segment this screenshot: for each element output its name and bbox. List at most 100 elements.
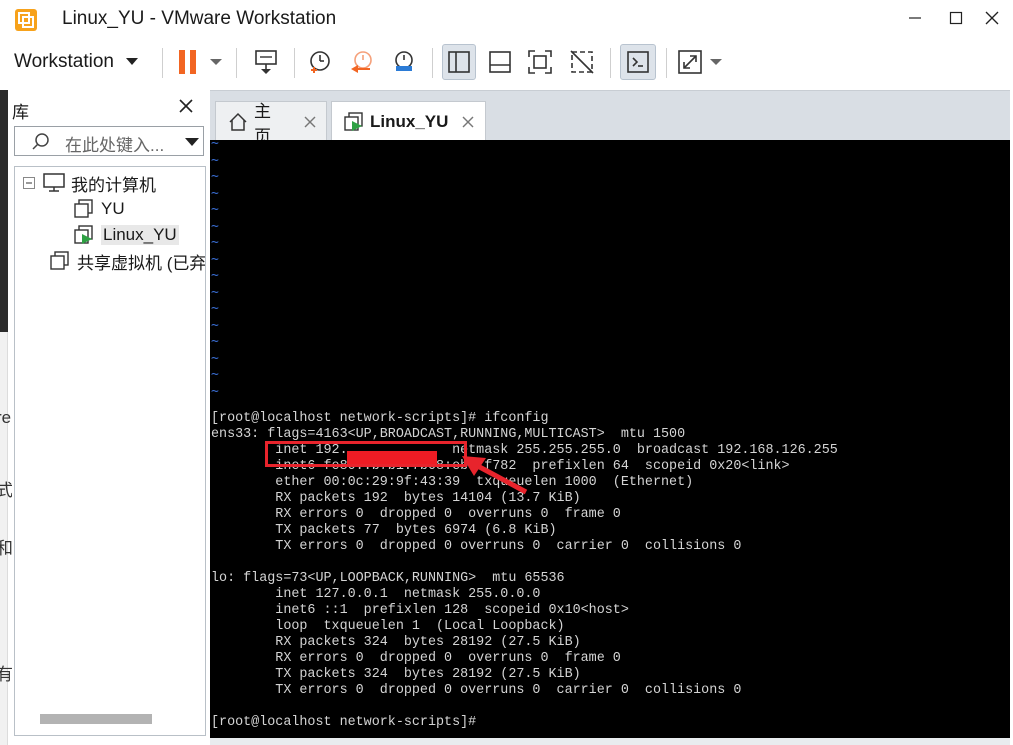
vim-tilde: ~ — [211, 185, 219, 201]
close-button[interactable] — [977, 4, 1007, 32]
vim-tilde: ~ — [211, 383, 219, 399]
thumbnail-bar-icon — [489, 51, 511, 73]
vm-icon — [73, 198, 95, 220]
tree-item-label: 我的计算机 — [71, 175, 156, 195]
tree-item-label: YU — [101, 199, 125, 218]
vim-tilde: ~ — [211, 334, 219, 349]
vim-tilde: ~ — [211, 350, 219, 366]
workstation-menu[interactable]: Workstation — [14, 46, 138, 78]
chevron-down-icon — [125, 58, 138, 65]
library-tree: 我的计算机 YU Linux_YU 共享虚拟机 (已弃 — [14, 166, 206, 736]
tab-label: 主页 — [254, 101, 271, 146]
terminal-line: RX errors 0 dropped 0 overruns 0 frame 0 — [211, 651, 621, 666]
maximize-button[interactable] — [941, 4, 971, 32]
chevron-down-icon[interactable] — [185, 138, 199, 146]
terminal-line: RX errors 0 dropped 0 overruns 0 frame 0 — [211, 507, 621, 522]
tab-home[interactable]: 主页 — [215, 101, 327, 146]
take-snapshot-button[interactable] — [304, 44, 336, 80]
terminal-line: [root@localhost network-scripts]# — [211, 715, 477, 730]
pause-button[interactable] — [176, 44, 228, 80]
window-title: Linux_YU - VMware Workstation — [62, 8, 337, 29]
highlight-box — [265, 441, 467, 467]
thumbnail-bar-button[interactable] — [484, 44, 516, 80]
terminal-line: TX errors 0 dropped 0 overruns 0 carrier… — [211, 539, 742, 554]
vm-running-icon — [73, 224, 95, 246]
library-close-button[interactable] — [178, 98, 196, 116]
unity-button[interactable] — [566, 44, 598, 80]
terminal-icon — [627, 51, 649, 73]
toolbar: Workstation — [0, 38, 1013, 88]
tree-item-label: Linux_YU — [101, 225, 179, 245]
annotation-arrow — [462, 456, 528, 495]
terminal-line: lo: flags=73<UP,LOOPBACK,RUNNING> mtu 65… — [211, 571, 565, 586]
tab-linux-yu[interactable]: Linux_YU — [331, 101, 486, 141]
tree-item-shared-vms[interactable]: 共享虚拟机 (已弃 — [49, 249, 206, 273]
vim-tilde: ~ — [211, 268, 219, 283]
terminal-line: RX packets 324 bytes 28192 (27.5 KiB) — [211, 635, 581, 650]
snapshot-manager-icon — [395, 51, 413, 71]
vmware-app-icon — [14, 8, 38, 32]
toolbar-divider — [162, 48, 163, 78]
snapshot-manager-button[interactable] — [388, 44, 420, 80]
toolbar-divider — [294, 48, 295, 78]
toolbar-divider — [432, 48, 433, 78]
background-text-fragment: re — [0, 408, 12, 427]
send-ctrl-alt-del-button[interactable] — [250, 44, 282, 80]
tree-item-my-computer[interactable]: 我的计算机 — [23, 171, 156, 195]
full-screen-icon — [528, 50, 552, 74]
vm-console[interactable]: ~ ~ ~ ~ ~ ~ ~ ~ ~ ~ ~ ~ ~ ~ ~ ~ [root@localhost network… — [210, 140, 1010, 738]
terminal-line: inet 127.0.0.1 netmask 255.0.0.0 — [211, 587, 541, 602]
vim-tilde: ~ — [211, 202, 219, 217]
collapse-icon[interactable] — [23, 177, 37, 189]
revert-snapshot-button[interactable] — [346, 44, 378, 80]
tree-item-linux-yu[interactable]: Linux_YU — [73, 223, 179, 247]
close-icon[interactable] — [304, 116, 316, 128]
tab-bar: 主页 Linux_YU — [210, 90, 1010, 146]
status-strip — [210, 738, 1010, 745]
library-title: 库 — [12, 103, 29, 122]
tree-item-yu[interactable]: YU — [73, 197, 125, 221]
vim-tilde: ~ — [211, 218, 219, 234]
stretch-guest-button[interactable] — [676, 44, 728, 80]
minimize-button[interactable] — [900, 4, 930, 32]
stretch-icon — [678, 50, 722, 74]
vim-tilde: ~ — [211, 169, 219, 184]
tab-label: Linux_YU — [370, 111, 449, 131]
workstation-menu-label: Workstation — [14, 51, 114, 72]
vim-tilde: ~ — [211, 235, 219, 250]
vim-tilde: ~ — [211, 284, 219, 300]
console-view-toggle[interactable] — [620, 44, 656, 80]
background-window-edge — [0, 90, 8, 332]
close-icon[interactable] — [462, 116, 474, 128]
vim-tilde: ~ — [211, 367, 219, 382]
toolbar-divider — [666, 48, 667, 78]
toolbar-divider — [236, 48, 237, 78]
show-library-toggle[interactable] — [442, 44, 476, 80]
horizontal-scrollbar-thumb[interactable] — [40, 714, 152, 724]
vim-tilde: ~ — [211, 152, 219, 168]
toolbar-divider — [610, 48, 611, 78]
home-icon — [228, 112, 248, 132]
tree-item-label: 共享虚拟机 (已弃 — [77, 253, 206, 273]
terminal-line: [root@localhost network-scripts]# ifconf… — [211, 411, 549, 426]
shared-vm-icon — [49, 250, 71, 272]
terminal-line: TX packets 77 bytes 6974 (6.8 KiB) — [211, 523, 557, 538]
vim-tilde: ~ — [211, 317, 219, 333]
vim-tilde: ~ — [211, 301, 219, 316]
pause-icon — [179, 50, 222, 74]
library-search-input[interactable]: 在此处键入... — [14, 126, 204, 156]
full-screen-button[interactable] — [524, 44, 556, 80]
snapshot-clock-icon — [310, 51, 330, 73]
vim-tilde: ~ — [211, 140, 219, 151]
terminal-line: TX packets 324 bytes 28192 (27.5 KiB) — [211, 667, 581, 682]
terminal-line: inet6 ::1 prefixlen 128 scopeid 0x10<hos… — [211, 603, 629, 618]
send-keys-icon — [255, 50, 277, 74]
terminal-line: TX errors 0 dropped 0 overruns 0 carrier… — [211, 683, 742, 698]
library-panel-icon — [448, 51, 470, 73]
library-panel: 库 在此处键入... 我的计算机 YU Linux_YU 共享虚拟机 (已弃 — [12, 90, 209, 740]
search-placeholder: 在此处键入... — [65, 136, 165, 155]
unity-disabled-icon — [570, 50, 594, 74]
vm-running-icon — [344, 111, 364, 132]
